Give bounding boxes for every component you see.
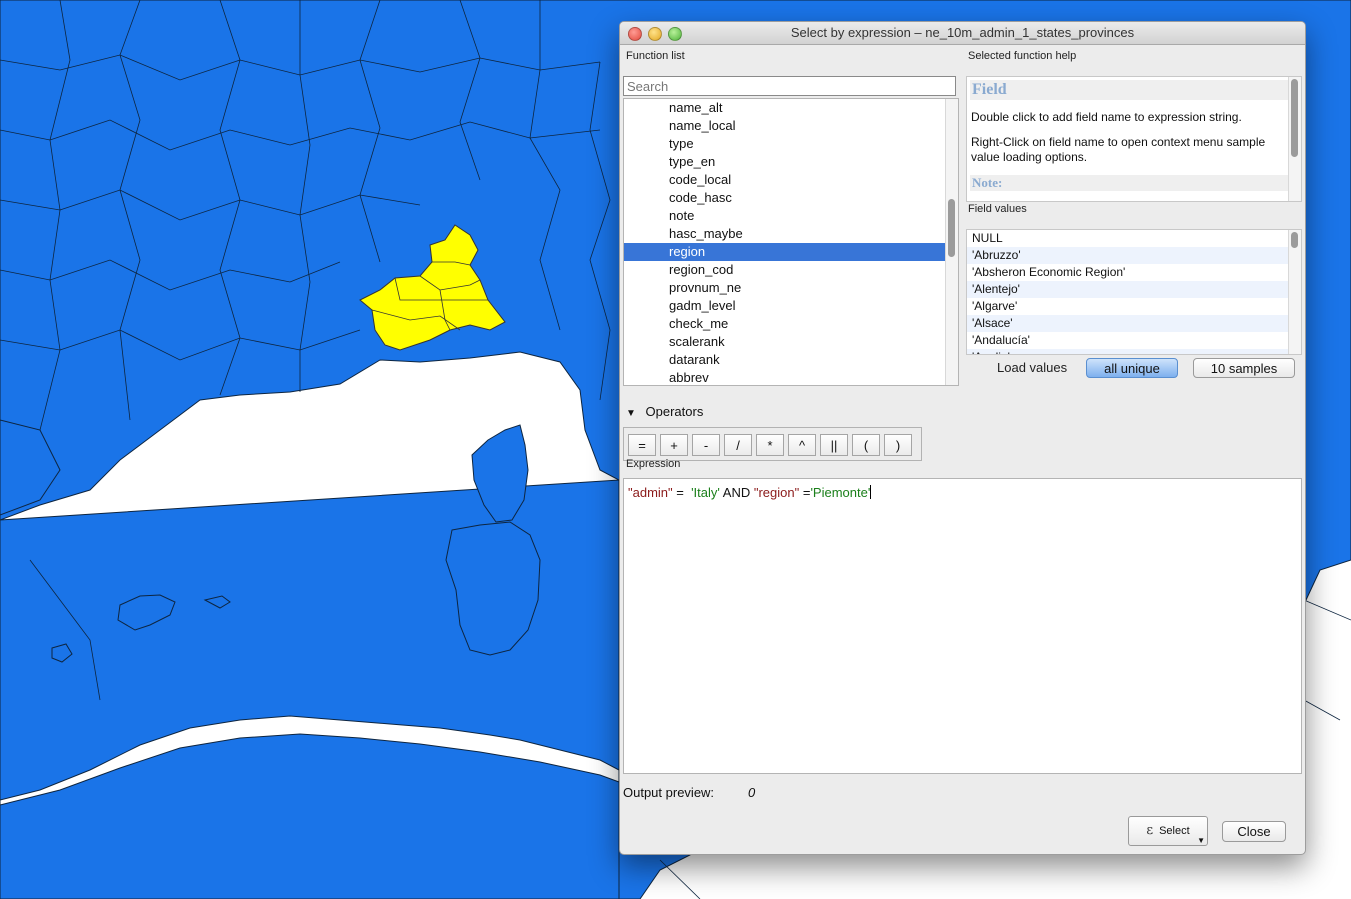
function-help-panel: Field Double click to add field name to …: [966, 76, 1302, 202]
operator-button[interactable]: +: [660, 434, 688, 456]
triangle-down-icon: ▼: [626, 408, 636, 419]
title-bar[interactable]: Select by expression – ne_10m_admin_1_st…: [620, 22, 1305, 45]
function-list-item[interactable]: name_local: [624, 117, 958, 135]
operator-button[interactable]: =: [628, 434, 656, 456]
expression-text: "admin" = 'Italy' AND "region" ='Piemont…: [628, 485, 872, 500]
operators-label: Operators: [645, 404, 704, 419]
field-value-item[interactable]: 'Absheron Economic Region': [967, 264, 1301, 281]
help-text-2: Right-Click on field name to open contex…: [971, 135, 1266, 164]
output-preview-label: Output preview:: [623, 785, 715, 800]
function-list-item[interactable]: type_en: [624, 153, 958, 171]
function-list[interactable]: name_alt name_local type type_en code_local c…: [623, 98, 959, 386]
field-value-item[interactable]: 'Abruzzo': [967, 247, 1301, 264]
function-list-item[interactable]: region: [624, 243, 958, 261]
function-list-scrollbar[interactable]: [945, 99, 958, 385]
function-list-item[interactable]: code_hasc: [624, 189, 958, 207]
function-list-scroll-thumb[interactable]: [948, 199, 955, 257]
ten-samples-button[interactable]: 10 samples: [1193, 358, 1295, 378]
help-heading: Field: [970, 80, 1298, 100]
dropdown-arrow-icon[interactable]: ▼: [1197, 827, 1205, 854]
output-preview-value: 0: [748, 785, 756, 800]
expr-keyword-and: AND: [719, 485, 754, 500]
function-list-item[interactable]: code_local: [624, 171, 958, 189]
field-value-item[interactable]: 'Apulia': [967, 349, 1301, 354]
expr-value-italy: 'Italy': [691, 485, 720, 500]
operator-button[interactable]: /: [724, 434, 752, 456]
expr-field-admin: "admin": [628, 485, 673, 500]
load-values-label: Load values: [997, 360, 1068, 375]
field-values-scroll-thumb[interactable]: [1291, 232, 1298, 248]
expression-epsilon-icon: ε: [1146, 823, 1154, 838]
function-list-item[interactable]: datarank: [624, 351, 958, 369]
operator-button[interactable]: -: [692, 434, 720, 456]
help-text-1: Double click to add field name to expres…: [971, 110, 1242, 124]
operator-button[interactable]: *: [756, 434, 784, 456]
field-value-item[interactable]: 'Andalucía': [967, 332, 1301, 349]
select-label: Select: [1159, 825, 1190, 837]
field-value-item[interactable]: 'Alsace': [967, 315, 1301, 332]
function-list-item[interactable]: gadm_level: [624, 297, 958, 315]
function-list-item[interactable]: abbrev: [624, 369, 958, 385]
window-title: Select by expression – ne_10m_admin_1_st…: [790, 25, 1135, 40]
field-value-item[interactable]: 'Alentejo': [967, 281, 1301, 298]
operators-toggle[interactable]: ▼ Operators: [626, 404, 703, 419]
text-caret: [870, 485, 872, 499]
select-by-expression-dialog: Select by expression – ne_10m_admin_1_st…: [619, 21, 1306, 855]
field-value-item[interactable]: 'Algarve': [967, 298, 1301, 315]
function-list-item[interactable]: region_cod: [624, 261, 958, 279]
function-list-item[interactable]: check_me: [624, 315, 958, 333]
operator-button[interactable]: ^: [788, 434, 816, 456]
expr-field-region: "region": [753, 485, 800, 500]
expr-op-1: =: [672, 485, 692, 500]
function-list-item[interactable]: type: [624, 135, 958, 153]
expr-op-2: =: [799, 485, 811, 500]
selected-function-help-label: Selected function help: [968, 50, 1077, 62]
function-list-item[interactable]: note: [624, 207, 958, 225]
field-values-scrollbar[interactable]: [1288, 230, 1301, 354]
help-scroll-thumb[interactable]: [1291, 79, 1298, 157]
expr-value-piemonte: 'Piemonte': [810, 485, 871, 500]
expression-editor[interactable]: "admin" = 'Italy' AND "region" ='Piemont…: [623, 478, 1302, 774]
help-note: Note:: [970, 175, 1298, 191]
field-values-list[interactable]: NULL 'Abruzzo' 'Absheron Economic Region' '…: [966, 229, 1302, 355]
function-list-item[interactable]: name_alt: [624, 99, 958, 117]
function-list-item[interactable]: provnum_ne: [624, 279, 958, 297]
field-values-label: Field values: [968, 203, 1027, 215]
select-button[interactable]: ε Select ▼: [1128, 816, 1208, 846]
close-button[interactable]: Close: [1222, 821, 1286, 842]
operator-button[interactable]: (: [852, 434, 880, 456]
function-search-input[interactable]: [623, 76, 956, 96]
operator-button[interactable]: ): [884, 434, 912, 456]
function-list-label: Function list: [626, 50, 685, 62]
expression-label: Expression: [626, 458, 681, 470]
all-unique-button[interactable]: all unique: [1086, 358, 1178, 378]
function-list-item[interactable]: scalerank: [624, 333, 958, 351]
help-scrollbar[interactable]: [1288, 77, 1301, 201]
field-value-item[interactable]: NULL: [967, 230, 1301, 247]
function-list-item[interactable]: hasc_maybe: [624, 225, 958, 243]
operator-button[interactable]: ||: [820, 434, 848, 456]
operators-bar: = + - / * ^ ||(): [623, 427, 922, 461]
